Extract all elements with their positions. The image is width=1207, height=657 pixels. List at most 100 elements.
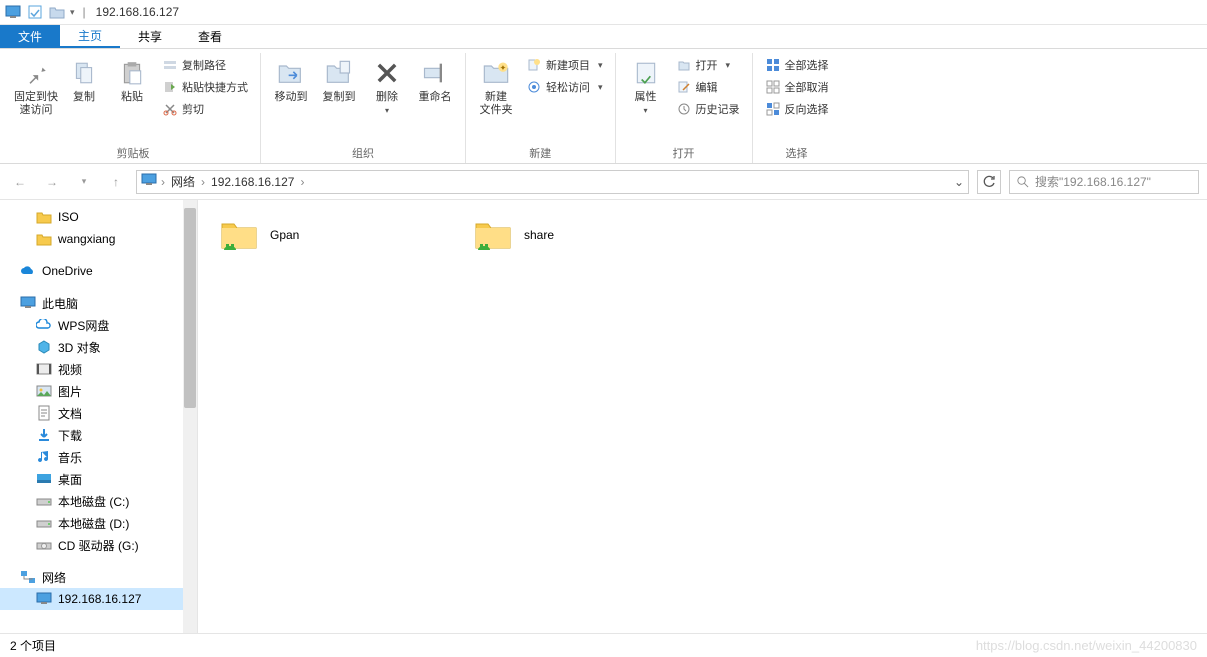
sidebar-item-19216816127[interactable]: 192.168.16.127 [0,588,197,610]
qat-properties-icon[interactable] [26,3,44,21]
chevron-right-icon[interactable]: › [161,175,165,189]
new-folder-button[interactable]: ✦ 新建 文件夹 [474,53,518,117]
pin-icon [20,57,52,89]
properties-icon [630,57,662,89]
paste-shortcut-button[interactable]: 粘贴快捷方式 [158,77,252,97]
tree-item-label: 图片 [58,383,82,400]
tab-share[interactable]: 共享 [120,25,180,48]
sidebar-item-[interactable]: 音乐 [0,446,197,468]
sidebar-item-[interactable]: 图片 [0,380,197,402]
sidebar-item-c[interactable]: 本地磁盘 (C:) [0,490,197,512]
ribbon-group-label: 新建 [474,141,607,163]
select-all-button[interactable]: 全部选择 [761,55,833,75]
breadcrumb-ip[interactable]: 192.168.16.127 [209,175,296,189]
qat-dropdown-icon[interactable]: ▾ [70,7,75,18]
tree-item-label: 视频 [58,361,82,378]
music-icon [36,449,52,465]
video-icon [36,361,52,377]
nav-sidebar: ISO wangxiang OneDrive 此电脑 WPS网盘 3D 对象视频图片文档下… [0,200,198,633]
copy-to-button[interactable]: 复制到 [317,53,361,104]
easy-access-button[interactable]: 轻松访问▾ [522,77,607,97]
chevron-right-icon[interactable]: › [201,175,205,189]
titlebar: ▾ | 192.168.16.127 [0,0,1207,25]
sidebar-item-cdg[interactable]: CD 驱动器 (G:) [0,534,197,556]
nav-back-button[interactable]: ← [8,170,32,194]
address-bar[interactable]: › 网络 › 192.168.16.127 › ⌄ [136,170,969,194]
cut-icon [162,101,178,117]
folder-icon [36,209,52,225]
new-item-button[interactable]: 新建项目▾ [522,55,607,75]
chevron-right-icon[interactable]: › [300,175,304,189]
select-none-button[interactable]: 全部取消 [761,77,833,97]
folder-gpan[interactable]: Gpan [214,210,464,260]
ribbon-group-label: 选择 [761,141,833,163]
copy-path-button[interactable]: 复制路径 [158,55,252,75]
sidebar-item-wangxiang[interactable]: wangxiang [0,228,197,250]
titlebar-separator: | [83,5,86,19]
select-all-icon [765,57,781,73]
paste-button[interactable]: 粘贴 [110,53,154,104]
tree-item-label: 本地磁盘 (D:) [58,515,129,532]
search-input[interactable]: 搜索"192.168.16.127" [1009,170,1199,194]
history-button[interactable]: 历史记录 [672,99,744,119]
qat-new-folder-icon[interactable] [48,3,66,21]
tree-item-label: ISO [58,210,79,224]
sidebar-item-[interactable]: 网络 [0,566,197,588]
address-row: ← → ▾ ↑ › 网络 › 192.168.16.127 › ⌄ 搜索"192… [0,164,1207,200]
folder-name: Gpan [270,228,299,242]
nav-forward-button[interactable]: → [40,170,64,194]
tree-item-label: 音乐 [58,449,82,466]
ribbon: 固定到快 速访问 复制 粘贴 复制路径 粘贴快捷方式 [0,49,1207,164]
watermark: https://blog.csdn.net/weixin_44200830 [976,638,1197,653]
folder-content[interactable]: Gpan share [198,200,1207,633]
tree-item-label: WPS网盘 [58,317,109,334]
edit-icon [676,79,692,95]
delete-icon [371,57,403,89]
scrollbar-thumb[interactable] [184,208,196,408]
delete-button[interactable]: 删除▾ [365,53,409,117]
copy-button[interactable]: 复制 [62,53,106,104]
sidebar-item-[interactable]: 文档 [0,402,197,424]
computer-icon [141,173,157,190]
tab-home[interactable]: 主页 [60,25,120,48]
sidebar-item-onedrive[interactable]: OneDrive [0,260,197,282]
app-icon [4,3,22,21]
ribbon-group-select: 全部选择 全部取消 反向选择 选择 [753,53,841,163]
tab-file[interactable]: 文件 [0,25,60,48]
invert-selection-button[interactable]: 反向选择 [761,99,833,119]
rename-button[interactable]: 重命名 [413,53,457,104]
pin-button[interactable]: 固定到快 速访问 [14,53,58,117]
onedrive-icon [20,263,36,279]
tree-item-label: 本地磁盘 (C:) [58,493,129,510]
properties-button[interactable]: 属性▾ [624,53,668,117]
ribbon-group-organize: 移动到 复制到 删除▾ 重命名 组织 [261,53,466,163]
nav-recent-dropdown[interactable]: ▾ [72,170,96,194]
tree-item-label: 此电脑 [42,295,78,312]
nav-up-button[interactable]: ↑ [104,170,128,194]
sidebar-item-[interactable]: 此电脑 [0,292,197,314]
sidebar-item-[interactable]: 下载 [0,424,197,446]
sidebar-item-wps[interactable]: WPS网盘 [0,314,197,336]
computer-icon [20,295,36,311]
address-dropdown-icon[interactable]: ⌄ [954,175,964,189]
tree-item-label: 桌面 [58,471,82,488]
sidebar-item-3d[interactable]: 3D 对象 [0,336,197,358]
sidebar-item-[interactable]: 桌面 [0,468,197,490]
cut-button[interactable]: 剪切 [158,99,252,119]
sidebar-item-iso[interactable]: ISO [0,206,197,228]
desktop-icon [36,471,52,487]
refresh-button[interactable] [977,170,1001,194]
breadcrumb-network[interactable]: 网络 [169,173,197,190]
edit-button[interactable]: 编辑 [672,77,744,97]
open-button[interactable]: 打开▾ [672,55,744,75]
tab-view[interactable]: 查看 [180,25,240,48]
move-to-button[interactable]: 移动到 [269,53,313,104]
main-area: ISO wangxiang OneDrive 此电脑 WPS网盘 3D 对象视频图片文档下… [0,200,1207,633]
move-to-icon [275,57,307,89]
folder-share[interactable]: share [468,210,718,260]
open-icon [676,57,692,73]
sidebar-item-d[interactable]: 本地磁盘 (D:) [0,512,197,534]
sidebar-item-[interactable]: 视频 [0,358,197,380]
document-icon [36,405,52,421]
sidebar-scrollbar[interactable] [183,200,197,633]
